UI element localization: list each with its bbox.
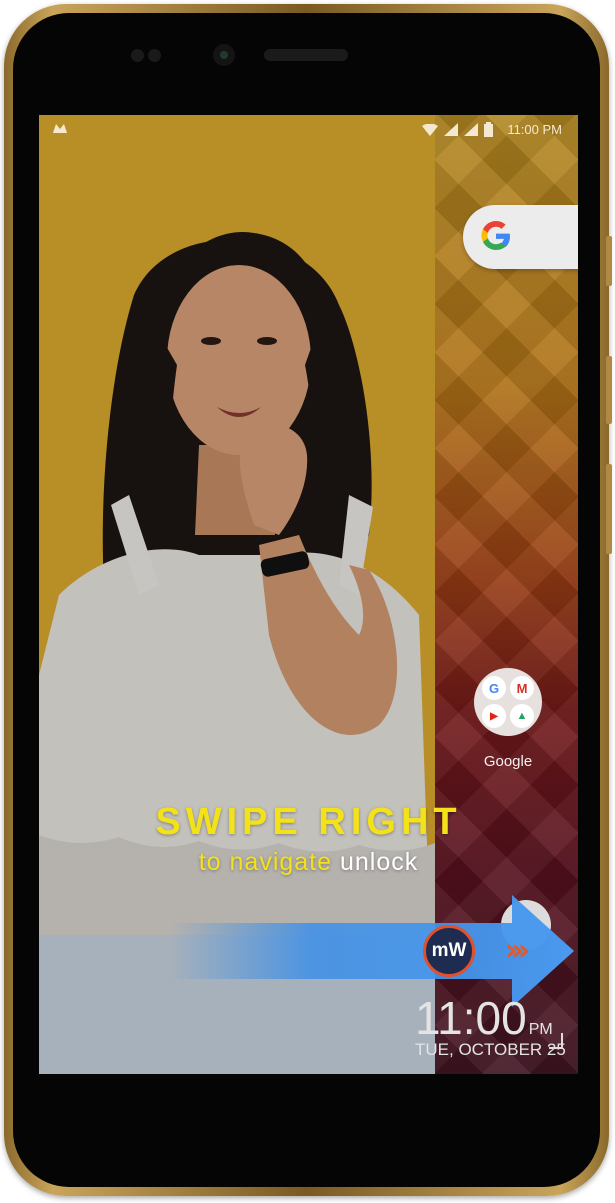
subline-part1: to navigate: [198, 848, 333, 876]
front-camera: [213, 44, 235, 66]
swipe-subline: to navigate unlock: [39, 848, 578, 877]
google-folder-icon[interactable]: G M ▶ ▲: [474, 668, 542, 736]
clock-date: TUE, OCTOBER 25: [415, 1040, 566, 1059]
lock-clock: 11:00 PM: [415, 995, 553, 1041]
gmail-app-icon: M: [510, 676, 534, 700]
brand-logo-badge: mW: [423, 925, 475, 977]
status-time: 11:00 PM: [507, 122, 562, 137]
proximity-sensor: [131, 49, 144, 62]
youtube-app-icon: ▶: [482, 704, 506, 728]
phone-screen: 11:00 PM G M ▶ ▲ Google SWIPE RIGHT to n…: [39, 115, 578, 1074]
clock-time: 11:00: [415, 992, 527, 1044]
recents-icon: [549, 1033, 563, 1049]
google-app-icon: G: [482, 676, 506, 700]
power-button: [606, 236, 612, 286]
light-sensor: [148, 49, 161, 62]
battery-icon: [484, 122, 494, 137]
drive-app-icon: ▲: [510, 704, 534, 728]
earpiece-speaker: [264, 49, 348, 61]
volume-up-button: [606, 356, 612, 424]
subline-part2: unlock: [340, 848, 419, 876]
signal-icon: [444, 123, 459, 136]
status-bar: 11:00 PM: [39, 115, 578, 145]
chevron-right-icon: ›››: [505, 933, 530, 968]
volume-down-button: [606, 464, 612, 554]
signal-icon: [464, 123, 479, 136]
wifi-icon: [422, 123, 439, 136]
google-g-icon: [481, 221, 510, 250]
swipe-headline: SWIPE RIGHT: [155, 801, 462, 843]
google-search-widget[interactable]: [463, 205, 578, 269]
notification-icon: [51, 121, 69, 139]
folder-label: Google: [483, 753, 533, 770]
